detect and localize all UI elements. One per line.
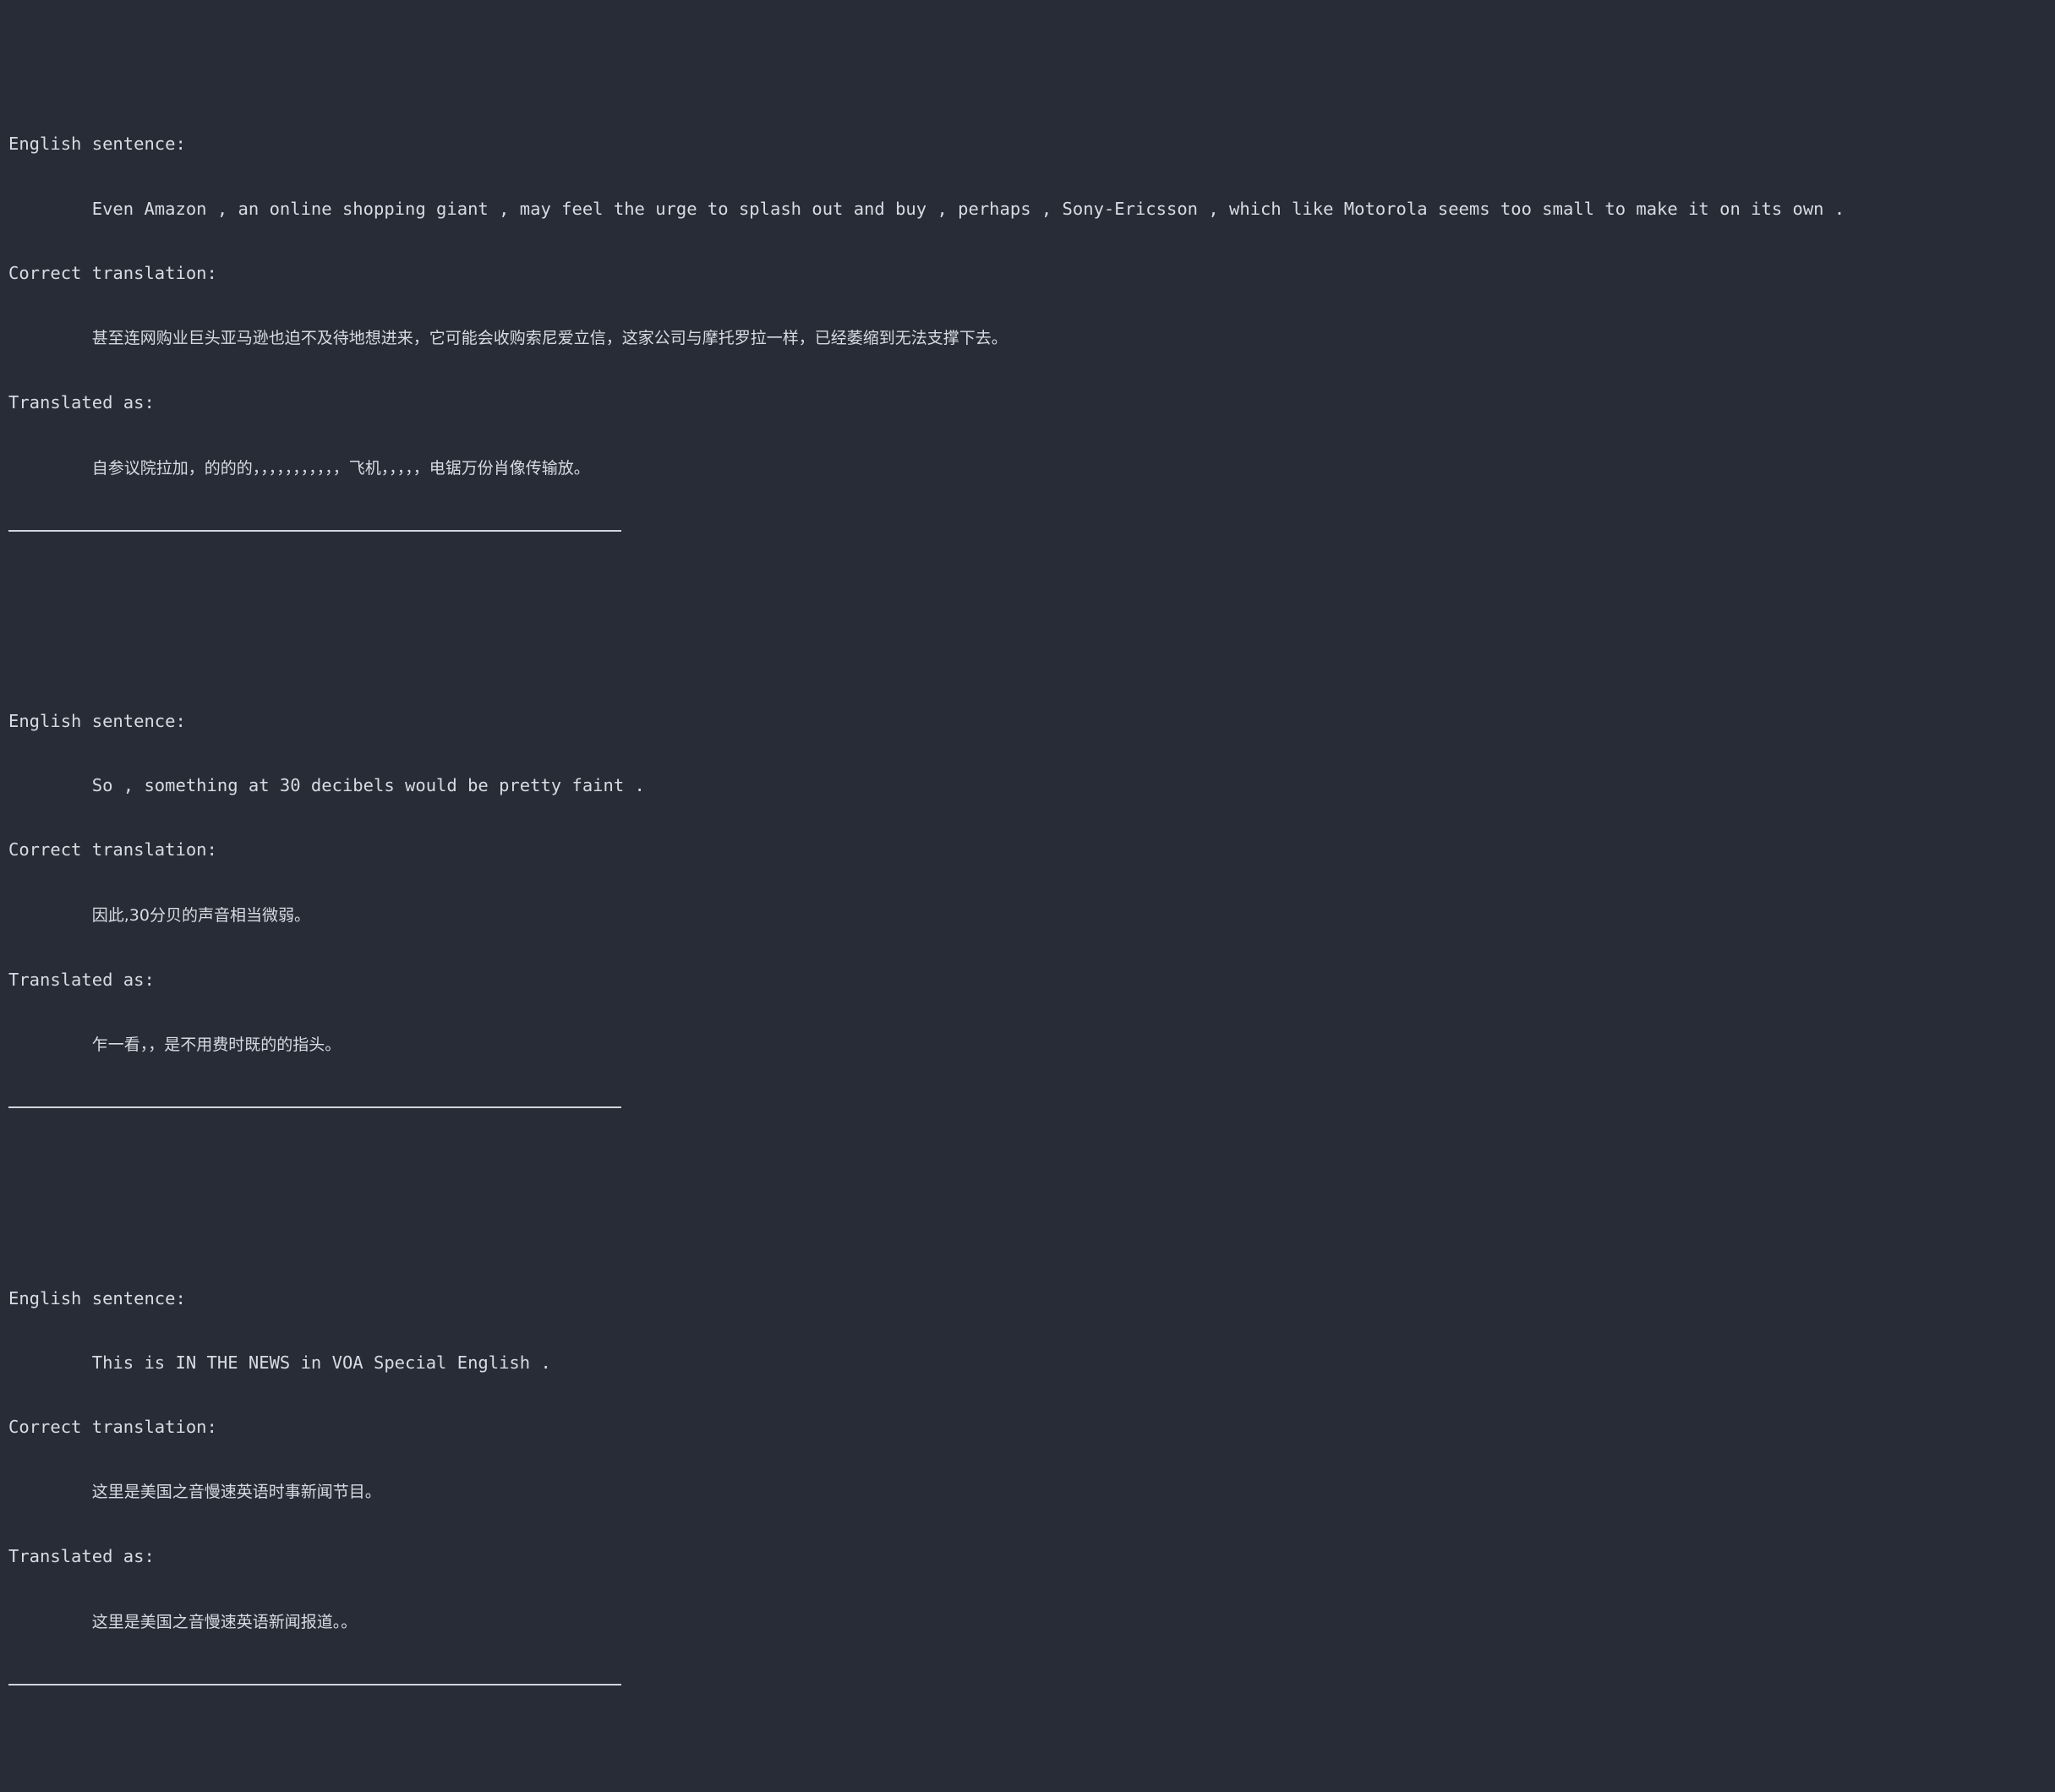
- translated-as-value: 自参议院拉加，的的的，，，，，，，，，，，飞机，，，，，电锯万份肖像传输放。: [91, 458, 590, 478]
- correct-translation-label: Correct translation:: [8, 262, 217, 283]
- english-sentence-text: So , something at 30 decibels would be p…: [8, 775, 2055, 796]
- correct-translation-value: 这里是美国之音慢速英语时事新闻节目。: [91, 1483, 381, 1502]
- translation-entry: English sentence: So , something at 30 d…: [8, 668, 2055, 1159]
- english-sentence-label: English sentence:: [8, 134, 186, 155]
- correct-translation-label: Correct translation:: [8, 1417, 217, 1437]
- english-sentence-value: So , something at 30 decibels would be p…: [91, 775, 645, 796]
- entry-separator: [8, 1106, 621, 1109]
- translated-as-value: 这里是美国之音慢速英语新闻报道。。: [91, 1612, 358, 1631]
- correct-translation-value: 因此,30分贝的声音相当微弱。: [91, 905, 310, 925]
- english-sentence-value: Even Amazon , an online shopping giant ,…: [91, 198, 1845, 219]
- correct-translation-value: 甚至连网购业巨头亚马逊也迫不及待地想进来，它可能会收购索尼爱立信，这家公司与摩托…: [91, 329, 1008, 348]
- correct-translation-text: 这里是美国之音慢速英语时事新闻节目。: [8, 1481, 2055, 1503]
- english-sentence-value: This is IN THE NEWS in VOA Special Engli…: [91, 1352, 551, 1373]
- translation-entry: English sentence: Even Amazon , an onlin…: [8, 91, 2055, 582]
- translated-as-label: Translated as:: [8, 392, 155, 413]
- terminal-output: English sentence: Even Amazon , an onlin…: [0, 0, 2055, 1685]
- english-sentence-text: Even Amazon , an online shopping giant ,…: [8, 199, 2055, 220]
- translated-as-text: 这里是美国之音慢速英语新闻报道。。: [8, 1611, 2055, 1633]
- entry-separator: [8, 1683, 621, 1685]
- correct-translation-text: 甚至连网购业巨头亚马逊也迫不及待地想进来，它可能会收购索尼爱立信，这家公司与摩托…: [8, 327, 2055, 349]
- correct-translation-text: 因此,30分贝的声音相当微弱。: [8, 904, 2055, 926]
- entry-separator: [8, 529, 621, 532]
- translated-as-value: 乍一看，，是不用费时既的的指头。: [91, 1035, 342, 1055]
- translation-entry: English sentence: This is IN THE NEWS in…: [8, 1245, 2055, 1736]
- english-sentence-label: English sentence:: [8, 711, 186, 731]
- correct-translation-label: Correct translation:: [8, 839, 217, 860]
- translated-as-text: 自参议院拉加，的的的，，，，，，，，，，，飞机，，，，，电锯万份肖像传输放。: [8, 457, 2055, 479]
- english-sentence-text: This is IN THE NEWS in VOA Special Engli…: [8, 1352, 2055, 1374]
- translated-as-label: Translated as:: [8, 1546, 155, 1567]
- translated-as-label: Translated as:: [8, 969, 155, 990]
- english-sentence-label: English sentence:: [8, 1287, 186, 1308]
- translated-as-text: 乍一看，，是不用费时既的的指头。: [8, 1034, 2055, 1056]
